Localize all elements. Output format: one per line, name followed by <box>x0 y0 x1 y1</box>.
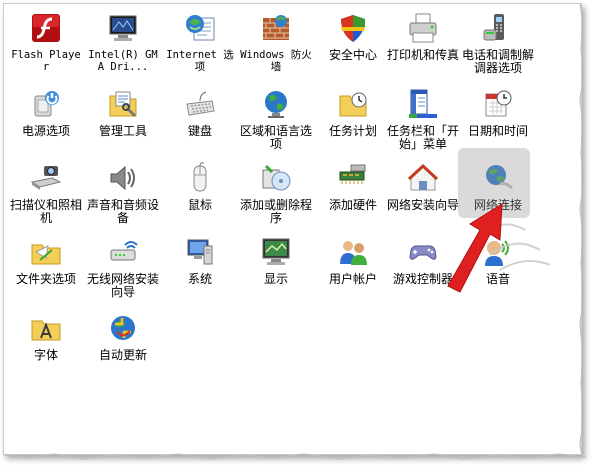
control-panel-item[interactable]: Internet 选项 <box>162 10 238 73</box>
control-panel-item[interactable]: 任务计划 <box>315 86 391 138</box>
control-panel-item[interactable]: 系统 <box>162 234 238 286</box>
control-panel-item-label: 自动更新 <box>98 348 147 362</box>
control-panel-item-label: 安全中心 <box>328 48 377 62</box>
control-panel-item-label: 添加或删除程序 <box>239 198 312 225</box>
control-panel-item-label: Flash Player <box>11 49 81 73</box>
control-panel-item[interactable]: 游戏控制器 <box>385 234 461 286</box>
control-panel-item[interactable]: 语音 <box>460 234 536 286</box>
security-center-icon <box>335 10 371 46</box>
control-panel-item-label: 声音和音频设备 <box>86 198 159 225</box>
control-panel-item[interactable]: 打印机和传真 <box>385 10 461 62</box>
control-panel-item-label: Internet 选项 <box>166 49 234 73</box>
printer-icon <box>405 10 441 46</box>
control-panel-item[interactable]: 添加硬件 <box>315 160 391 212</box>
control-panel-item-label: 网络连接 <box>473 198 522 212</box>
user-accounts-icon <box>335 234 371 270</box>
control-panel-item-label: 日期和时间 <box>467 124 528 138</box>
folder-options-icon <box>28 234 64 270</box>
control-panel-item[interactable]: 自动更新 <box>85 310 161 362</box>
power-options-icon <box>28 86 64 122</box>
control-panel-item-label: 打印机和传真 <box>386 48 459 62</box>
control-panel-item-label: Intel(R) GMA Dri... <box>88 49 158 73</box>
control-panel-item-label: 区域和语言选项 <box>239 124 312 151</box>
control-panel-item-label: 电源选项 <box>21 124 70 138</box>
network-setup-wizard-icon <box>405 160 441 196</box>
control-panel-item[interactable]: 电源选项 <box>8 86 84 138</box>
control-panel-item-label: 字体 <box>33 348 58 362</box>
display-icon <box>258 234 294 270</box>
control-panel-item[interactable]: 声音和音频设备 <box>85 160 161 225</box>
taskbar-start-icon <box>405 86 441 122</box>
internet-options-icon <box>182 10 218 46</box>
control-panel-item[interactable]: 安全中心 <box>315 10 391 62</box>
control-panel-item[interactable]: 添加或删除程序 <box>238 160 314 225</box>
keyboard-icon <box>182 86 218 122</box>
phone-modem-icon <box>480 10 516 46</box>
fonts-icon <box>28 310 64 346</box>
intel-gma-icon <box>105 10 141 46</box>
control-panel-item-label: 文件夹选项 <box>15 272 76 286</box>
system-icon <box>182 234 218 270</box>
control-panel-item[interactable]: Flash Player <box>8 10 84 73</box>
region-language-icon <box>258 86 294 122</box>
control-panel-item-label: 语音 <box>485 272 510 286</box>
flash-icon <box>28 10 64 46</box>
icon-grid: Flash Player Intel(R) GMA Dri... Internet … <box>0 0 592 468</box>
add-remove-programs-icon <box>258 160 294 196</box>
control-panel-item-label: 键盘 <box>187 124 212 138</box>
control-panel-item-label: Windows 防火墙 <box>240 49 312 73</box>
game-controller-icon <box>405 234 441 270</box>
control-panel-item[interactable]: 显示 <box>238 234 314 286</box>
control-panel-item[interactable]: 区域和语言选项 <box>238 86 314 151</box>
control-panel-item-label: 电话和调制解调器选项 <box>461 48 534 75</box>
control-panel-item[interactable]: Windows 防火墙 <box>238 10 314 73</box>
control-panel-item[interactable]: 扫描仪和照相机 <box>8 160 84 225</box>
add-hardware-icon <box>335 160 371 196</box>
scanner-camera-icon <box>28 160 64 196</box>
control-panel-item-label: 游戏控制器 <box>392 272 453 286</box>
control-panel-item-label: 无线网络安装向导 <box>86 272 159 299</box>
control-panel-item-label: 任务计划 <box>328 124 377 138</box>
control-panel-item[interactable]: 电话和调制解调器选项 <box>460 10 536 75</box>
sound-icon <box>105 160 141 196</box>
speech-icon <box>480 234 516 270</box>
control-panel-item[interactable]: 键盘 <box>162 86 238 138</box>
mouse-icon <box>182 160 218 196</box>
control-panel-item[interactable]: 字体 <box>8 310 84 362</box>
control-panel-item[interactable]: 用户帐户 <box>315 234 391 286</box>
control-panel-item-label: 管理工具 <box>98 124 147 138</box>
control-panel-item[interactable]: 文件夹选项 <box>8 234 84 286</box>
network-connections-icon <box>480 160 516 196</box>
automatic-updates-icon <box>105 310 141 346</box>
scheduled-tasks-icon <box>335 86 371 122</box>
control-panel-item-label: 系统 <box>187 272 212 286</box>
control-panel-item-label: 鼠标 <box>187 198 212 212</box>
control-panel-item[interactable]: 无线网络安装向导 <box>85 234 161 299</box>
control-panel-item[interactable]: 任务栏和「开始」菜单 <box>385 86 461 151</box>
control-panel-item[interactable]: 网络连接 <box>458 148 536 218</box>
firewall-icon <box>258 10 294 46</box>
control-panel-item[interactable]: 管理工具 <box>85 86 161 138</box>
control-panel-item[interactable]: 日期和时间 <box>460 86 536 138</box>
control-panel-item[interactable]: Intel(R) GMA Dri... <box>85 10 161 73</box>
control-panel-item[interactable]: 网络安装向导 <box>385 160 461 212</box>
control-panel-item-label: 网络安装向导 <box>386 198 459 212</box>
control-panel-item-label: 扫描仪和照相机 <box>9 198 82 225</box>
control-panel-item-label: 添加硬件 <box>328 198 377 212</box>
control-panel-item-label: 任务栏和「开始」菜单 <box>386 124 459 151</box>
admin-tools-icon <box>105 86 141 122</box>
control-panel-item-label: 显示 <box>263 272 288 286</box>
control-panel-item[interactable]: 鼠标 <box>162 160 238 212</box>
date-time-icon <box>480 86 516 122</box>
control-panel-item-label: 用户帐户 <box>328 272 377 286</box>
wireless-setup-icon <box>105 234 141 270</box>
